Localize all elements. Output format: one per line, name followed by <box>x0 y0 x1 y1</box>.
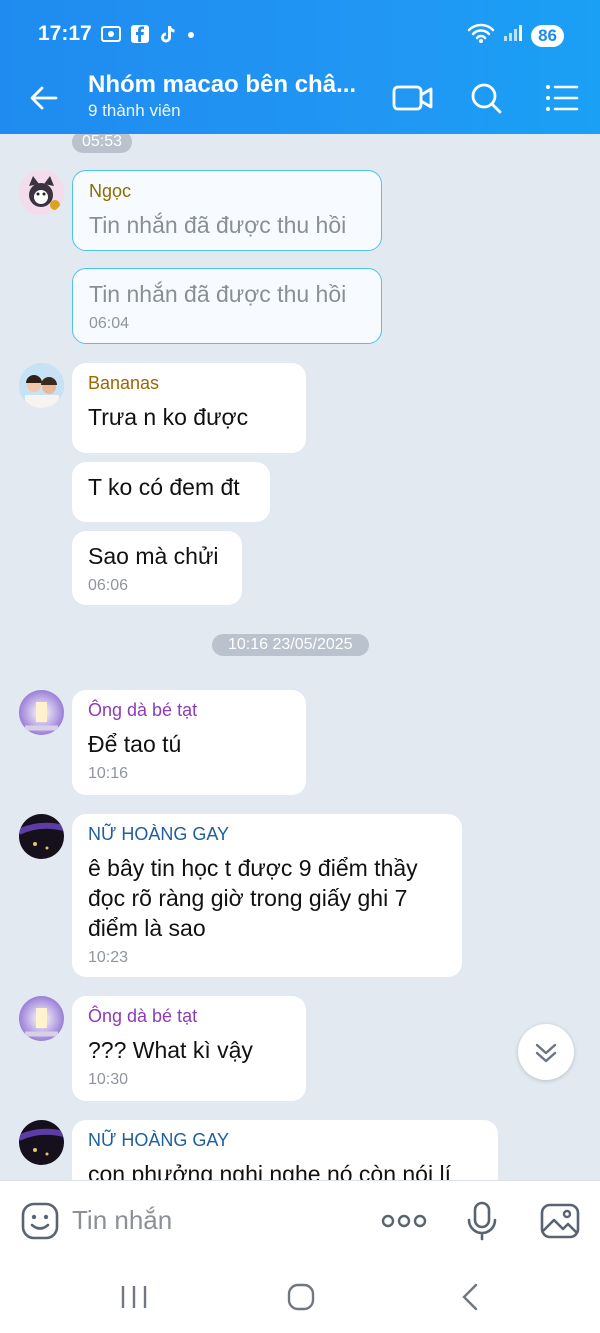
avatar[interactable] <box>19 363 64 408</box>
signal-icon <box>503 23 523 48</box>
notification-icons <box>100 24 196 49</box>
message-input[interactable]: Tin nhắn <box>72 1205 172 1236</box>
message-text: ê bây tin học t được 9 điểm thầy đọc rõ … <box>88 855 418 941</box>
message-bubble[interactable]: NỮ HOÀNG GAY ê bây tin học t được 9 điểm… <box>72 814 462 977</box>
emoji-sticker-icon[interactable] <box>20 1201 60 1246</box>
sender-name[interactable]: Bananas <box>88 373 290 394</box>
search-icon[interactable] <box>465 78 509 118</box>
wifi-icon <box>467 22 495 49</box>
time-divider: 05:53 <box>72 134 133 153</box>
message-time: 06:06 <box>88 577 129 594</box>
facebook-icon <box>130 24 150 49</box>
message-text: Tin nhắn đã được thu hồi <box>89 212 347 238</box>
avatar[interactable] <box>19 814 64 859</box>
group-title[interactable]: Nhóm macao bên châ... <box>88 71 358 99</box>
message-bubble[interactable]: Ngọc Tin nhắn đã được thu hồi <box>72 170 382 251</box>
video-call-icon[interactable] <box>391 78 435 118</box>
message-text: T ko có đem đt <box>88 474 240 500</box>
message-bubble[interactable]: T ko có đem đt <box>72 462 270 522</box>
sender-name[interactable]: NỮ HOÀNG GAY <box>88 1130 482 1151</box>
avatar[interactable] <box>19 690 64 735</box>
sender-name[interactable]: NỮ HOÀNG GAY <box>88 824 446 845</box>
date-divider: 10:16 23/05/2025 <box>212 634 369 656</box>
dot-icon <box>186 24 196 49</box>
home-icon[interactable] <box>285 1282 317 1317</box>
message-time: 10:30 <box>88 1071 129 1088</box>
status-time: 17:17 <box>38 22 92 45</box>
message-text: Tin nhắn đã được thu hồi <box>89 281 347 307</box>
system-navigation-bar <box>0 1260 600 1333</box>
avatar[interactable] <box>19 1120 64 1165</box>
avatar[interactable] <box>19 170 64 215</box>
microphone-icon[interactable] <box>464 1201 500 1246</box>
back-nav-icon[interactable] <box>455 1282 487 1317</box>
message-bubble[interactable]: Bananas Trưa n ko được <box>72 363 306 453</box>
image-gallery-icon[interactable] <box>540 1201 580 1246</box>
message-bubble[interactable]: Ông dà bé tạt Để tao tú 10:16 <box>72 690 306 795</box>
back-arrow-icon[interactable] <box>26 80 62 116</box>
chat-header: Nhóm macao bên châ... 9 thành viên <box>0 68 600 134</box>
message-bubble[interactable]: Sao mà chửi 06:06 <box>72 531 242 605</box>
message-time: 10:23 <box>88 949 129 966</box>
message-list[interactable]: 05:53 Ngọc Tin nhắn đã được thu hồi Tin … <box>0 134 600 1180</box>
avatar[interactable] <box>19 996 64 1041</box>
menu-list-icon[interactable] <box>540 78 584 118</box>
sender-name[interactable]: Ông dà bé tạt <box>88 1006 290 1027</box>
scroll-to-bottom-button[interactable] <box>518 1024 574 1080</box>
top-app-bar: 17:17 86 Nhóm macao bên châ... 9 thành v… <box>0 0 600 134</box>
message-text: Sao mà chửi <box>88 543 219 569</box>
status-bar: 17:17 86 <box>0 0 600 68</box>
sender-name[interactable]: Ngọc <box>89 181 365 202</box>
recent-apps-icon[interactable] <box>118 1282 150 1317</box>
message-input-bar: Tin nhắn <box>0 1180 600 1260</box>
message-bubble[interactable]: NỮ HOÀNG GAY con phưởng nghi nghe nó còn… <box>72 1120 498 1180</box>
screenshot-icon <box>100 24 122 49</box>
message-text: Trưa n ko được <box>88 404 249 430</box>
message-text: ??? What kì vậy <box>88 1037 253 1063</box>
member-count[interactable]: 9 thành viên <box>88 101 181 121</box>
tiktok-icon <box>158 24 178 49</box>
message-text: Để tao tú <box>88 731 182 757</box>
message-time: 06:04 <box>89 315 130 332</box>
battery-indicator: 86 <box>531 24 564 47</box>
sender-name[interactable]: Ông dà bé tạt <box>88 700 290 721</box>
message-bubble[interactable]: Ông dà bé tạt ??? What kì vậy 10:30 <box>72 996 306 1101</box>
more-options-icon[interactable] <box>380 1209 428 1238</box>
message-time: 10:16 <box>88 765 129 782</box>
message-text: con phưởng nghi nghe nó còn nói lí <box>88 1161 451 1180</box>
message-bubble[interactable]: Tin nhắn đã được thu hồi 06:04 <box>72 268 382 344</box>
